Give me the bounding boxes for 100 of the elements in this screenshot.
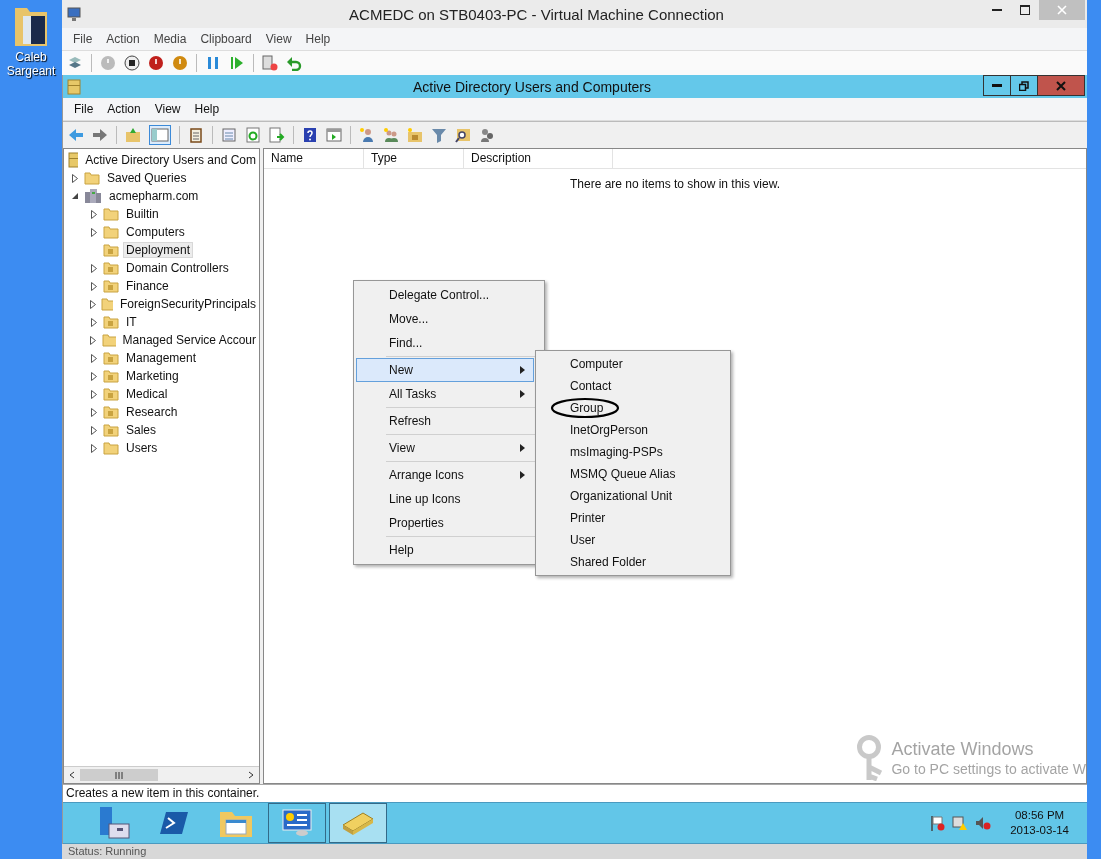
expand-arrow-icon[interactable] [90,263,98,273]
menu-item[interactable]: Media [146,32,194,46]
filter-icon[interactable] [431,127,447,143]
menu-item[interactable]: File [66,32,100,46]
refresh-icon[interactable] [245,127,261,143]
clock-time[interactable]: 08:56 PM [1014,808,1065,823]
flag-icon[interactable] [929,815,946,831]
minimize-button[interactable] [983,75,1010,96]
expand-arrow-icon[interactable] [90,407,98,417]
new-ou-icon[interactable] [407,127,423,143]
expand-arrow-icon[interactable] [90,317,98,327]
horizontal-scrollbar[interactable] [64,766,259,783]
scroll-thumb[interactable] [80,769,158,781]
help-icon[interactable] [302,127,318,143]
menu-item[interactable]: Arrange Icons [356,463,534,487]
menu-item[interactable]: msImaging-PSPs [570,445,663,459]
menu-item[interactable]: Help [187,102,227,116]
column-header[interactable]: Type [364,149,464,168]
menu-item[interactable]: User [570,533,596,547]
expand-arrow-icon[interactable] [90,209,98,219]
tree-item[interactable]: Deployment [123,242,194,258]
menu-item[interactable]: Line up Icons [356,487,534,511]
power-icon[interactable] [172,55,188,71]
tree-item[interactable]: Active Directory Users and Com [82,152,259,168]
undo-icon[interactable] [286,55,302,71]
expand-arrow-icon[interactable] [90,353,98,363]
tree-item[interactable]: Medical [123,386,171,402]
tree-item[interactable]: Computers [123,224,188,240]
tree-item[interactable]: Saved Queries [104,170,190,186]
menu-item[interactable]: Organizational Unit [570,489,673,503]
expand-arrow-icon[interactable] [89,299,97,309]
menu-item[interactable]: New [356,358,534,382]
network-icon[interactable] [67,55,83,71]
taskbar-button[interactable] [268,803,326,843]
restore-button[interactable] [1010,75,1037,96]
group-icon[interactable] [479,127,495,143]
forward-arrow-icon[interactable] [92,127,108,143]
clock-date[interactable]: 2013-03-14 [1010,823,1069,838]
menu-item[interactable]: Action [100,102,148,116]
menu-item[interactable]: Computer [570,357,623,371]
expand-arrow-icon[interactable] [89,335,98,345]
menu-item[interactable]: Action [99,32,147,46]
menu-item[interactable]: View [356,436,534,460]
stop-icon[interactable] [124,55,140,71]
new-user-icon[interactable] [359,127,375,143]
speaker-muted-icon[interactable] [975,815,992,831]
collapse-arrow-icon[interactable] [71,192,79,200]
menu-item[interactable]: All Tasks [356,382,534,406]
export-list-icon[interactable] [269,127,285,143]
column-header[interactable]: Name [264,149,364,168]
expand-arrow-icon[interactable] [90,443,98,453]
tree-item[interactable]: Builtin [123,206,162,222]
expand-arrow-icon[interactable] [90,425,98,435]
pane-toggle-icon[interactable] [149,125,171,145]
menu-item[interactable]: Help [356,538,534,562]
menu-item[interactable]: File [67,102,101,116]
menu-item[interactable]: Refresh [356,409,534,433]
tree-item[interactable]: acmepharm.com [106,188,202,204]
expand-arrow-icon[interactable] [90,281,98,291]
scroll-right-icon[interactable] [247,771,255,779]
tree-item[interactable]: Users [123,440,161,456]
expand-arrow-icon[interactable] [71,173,79,183]
pause-icon[interactable] [205,55,221,71]
menu-item[interactable]: Delegate Control... [356,283,534,307]
tree-item[interactable]: ForeignSecurityPrincipals [116,296,259,312]
column-header[interactable]: Description [464,149,613,168]
clipboard-icon[interactable] [188,127,204,143]
close-button[interactable] [1037,75,1085,96]
folder-up-icon[interactable] [125,127,141,143]
expand-arrow-icon[interactable] [90,389,98,399]
new-group-icon[interactable] [383,127,399,143]
menu-item[interactable]: Help [298,32,338,46]
network-warning-icon[interactable] [952,815,969,831]
menu-item[interactable]: Properties [356,511,534,535]
menu-item[interactable]: InetOrgPerson [570,423,649,437]
menu-item[interactable]: Printer [570,511,606,525]
tree-item[interactable]: Sales [123,422,160,438]
tree-item[interactable]: Managed Service Accour [119,332,259,348]
menu-item[interactable]: MSMQ Queue Alias [570,467,676,481]
menu-item[interactable]: Move... [356,307,534,331]
power-icon[interactable] [148,55,164,71]
tree-item[interactable]: Marketing [123,368,182,384]
tree-item[interactable]: Domain Controllers [123,260,232,276]
menu-item[interactable]: View [258,32,299,46]
find-icon[interactable] [455,127,471,143]
menu-item[interactable]: View [147,102,188,116]
tree-item[interactable]: Finance [123,278,172,294]
expand-arrow-icon[interactable] [90,371,98,381]
checkpoint-icon[interactable] [262,55,278,71]
menu-item[interactable]: Shared Folder [570,555,647,569]
resume-icon[interactable] [229,55,245,71]
tree-item[interactable]: Research [123,404,181,420]
expand-arrow-icon[interactable] [90,227,98,237]
back-arrow-icon[interactable] [68,127,84,143]
tree-item[interactable]: IT [123,314,140,330]
window-icon[interactable] [326,127,342,143]
tree-item[interactable]: Management [123,350,200,366]
taskbar-button[interactable] [329,803,387,843]
scroll-left-icon[interactable] [68,771,76,779]
menu-item[interactable]: Clipboard [193,32,259,46]
